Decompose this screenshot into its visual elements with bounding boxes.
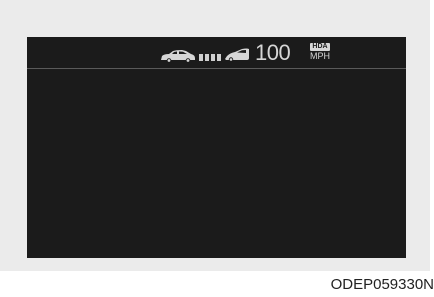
lead-car-icon [225, 48, 249, 62]
cluster-display: 100 HDA MPH [27, 37, 406, 258]
distance-bar [199, 54, 203, 61]
following-distance-bars [199, 54, 221, 61]
divider [27, 68, 406, 69]
distance-bar [205, 54, 209, 61]
distance-bar [217, 54, 221, 61]
distance-bar [211, 54, 215, 61]
figure-frame: 100 HDA MPH [0, 0, 430, 271]
speed-unit: MPH [310, 51, 330, 61]
figure-code: ODEP059330N [330, 276, 434, 293]
car-icon [161, 50, 195, 63]
hda-badge: HDA [310, 43, 330, 51]
set-speed-value: 100 [255, 40, 291, 65]
